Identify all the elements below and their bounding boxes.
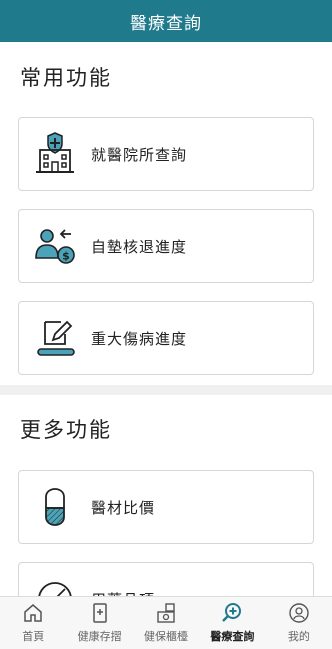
medical-search-icon — [220, 601, 244, 625]
tab-medical-search[interactable]: 醫療查詢 — [199, 597, 265, 649]
tab-home[interactable]: 首頁 — [0, 597, 66, 649]
svg-text:$: $ — [62, 250, 70, 263]
health-passbook-icon — [88, 601, 112, 625]
card-reimbursement-progress[interactable]: $ 自墊核退進度 — [18, 209, 314, 283]
card-major-illness-progress[interactable]: 重大傷病進度 — [18, 301, 314, 375]
capsule-icon — [19, 470, 91, 544]
card-label: 醫材比價 — [91, 498, 156, 517]
card-device-price-compare[interactable]: 醫材比價 — [18, 470, 314, 544]
edit-document-icon — [19, 301, 91, 375]
tab-health-passbook[interactable]: 健康存摺 — [66, 597, 132, 649]
card-label: 就醫院所查詢 — [91, 145, 188, 164]
tab-label: 醫療查詢 — [210, 630, 255, 643]
tab-label: 健康存摺 — [77, 630, 122, 643]
card-label: 自墊核退進度 — [91, 237, 188, 256]
tab-label: 健保櫃檯 — [144, 630, 189, 643]
app-header: 醫療查詢 — [0, 0, 332, 42]
bottom-tab-bar: 首頁 健康存摺 健保櫃檯 醫療查詢 我的 — [0, 596, 332, 649]
section-title-more: 更多功能 — [20, 418, 112, 442]
tab-label: 首頁 — [22, 630, 45, 643]
counter-icon — [154, 601, 178, 625]
page-title: 醫療查詢 — [130, 13, 202, 34]
card-hospital-search[interactable]: 就醫院所查詢 — [18, 117, 314, 191]
section-divider — [0, 385, 332, 395]
section-title-common: 常用功能 — [20, 66, 112, 90]
profile-icon — [287, 601, 311, 625]
tab-counter[interactable]: 健保櫃檯 — [133, 597, 199, 649]
tab-label: 我的 — [287, 630, 310, 643]
hospital-icon — [19, 117, 91, 191]
card-label: 重大傷病進度 — [91, 329, 188, 348]
home-icon — [21, 601, 45, 625]
reimbursement-icon: $ — [19, 209, 91, 283]
tab-profile[interactable]: 我的 — [266, 597, 332, 649]
